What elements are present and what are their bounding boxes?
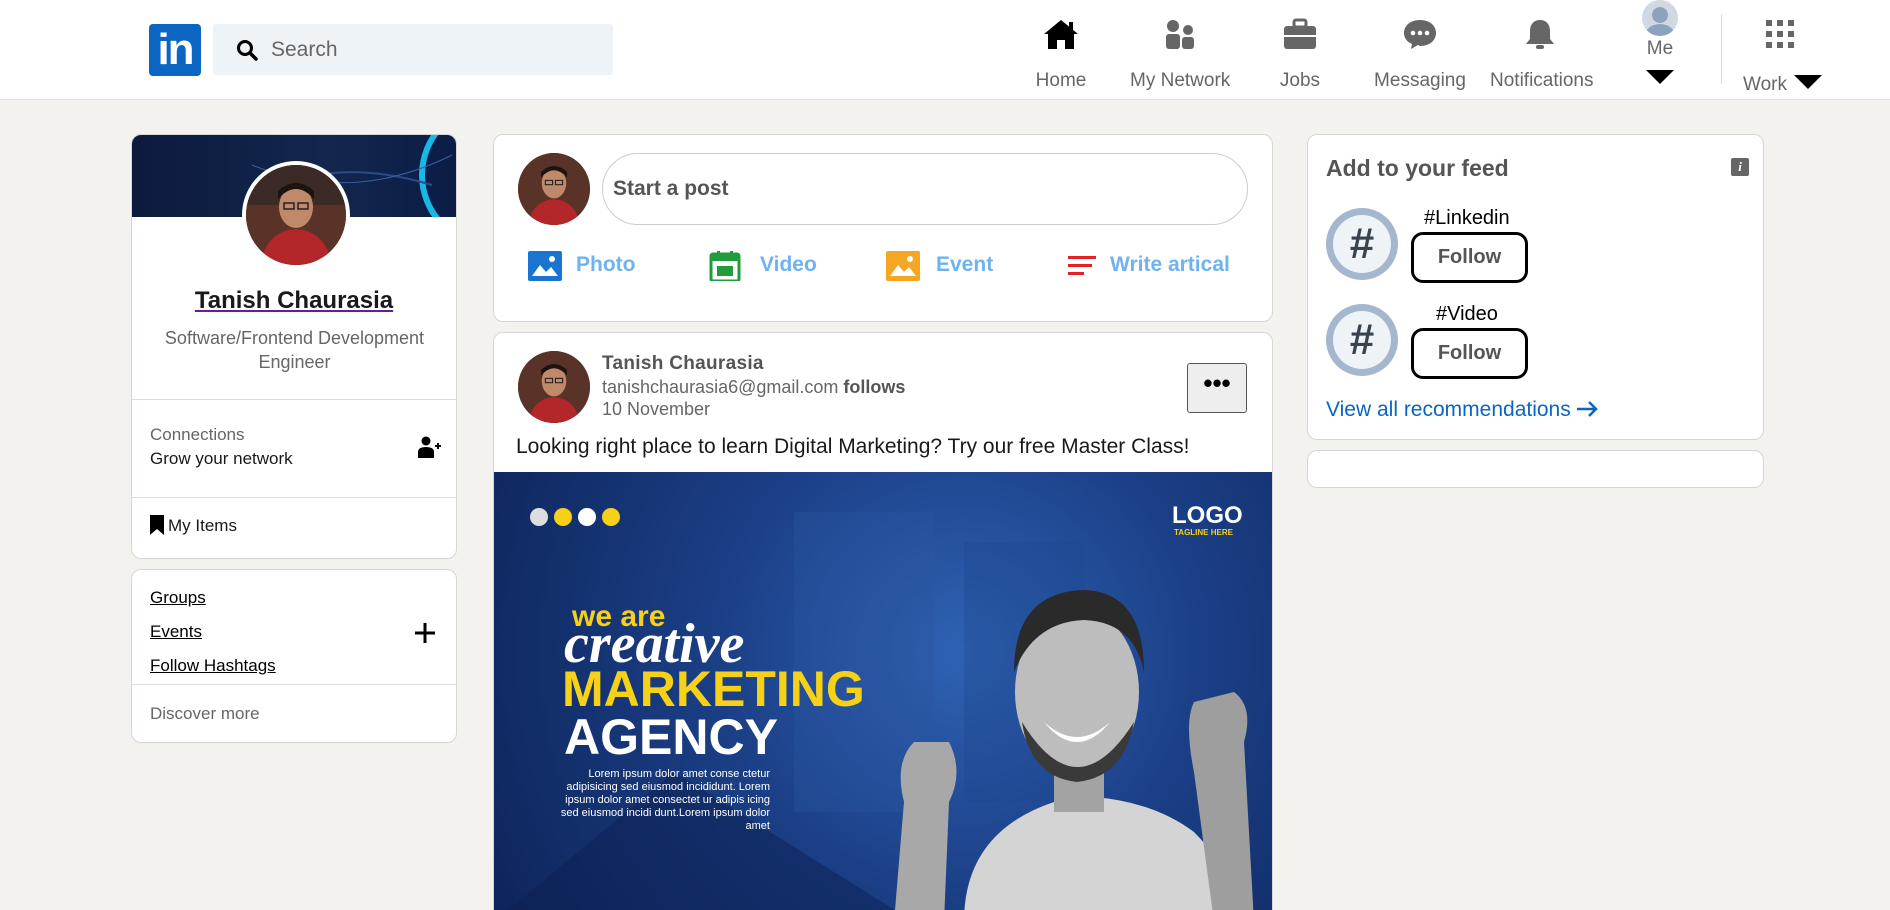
profile-card: Tanish Chaurasia Software/Frontend Devel… bbox=[131, 134, 457, 559]
groups-link[interactable]: Groups bbox=[150, 588, 206, 608]
write-article-action[interactable]: Write artical bbox=[1066, 249, 1266, 285]
hashtag-name[interactable]: #Linkedin bbox=[1424, 207, 1510, 230]
nav-me[interactable]: Me bbox=[1640, 0, 1680, 84]
facebook-icon bbox=[554, 508, 572, 526]
video-icon bbox=[709, 251, 741, 281]
nav-my-network[interactable]: My Network bbox=[1130, 16, 1230, 91]
instagram-icon bbox=[530, 508, 548, 526]
network-icon bbox=[1166, 20, 1194, 49]
nav-home[interactable]: Home bbox=[1030, 16, 1092, 91]
events-link[interactable]: Events bbox=[150, 622, 202, 642]
post-author-email: tanishchaurasia6@gmail.com follows bbox=[602, 377, 906, 397]
hashtag-icon: # bbox=[1333, 215, 1391, 273]
my-items-label: My Items bbox=[168, 516, 237, 535]
caret-down-icon bbox=[1794, 75, 1823, 89]
hashtag-name[interactable]: #Video bbox=[1436, 303, 1498, 326]
hashtag-avatar: # bbox=[1326, 208, 1398, 280]
bookmark-icon bbox=[150, 515, 164, 535]
start-post-button[interactable]: Start a post bbox=[602, 153, 1248, 225]
add-event-icon[interactable] bbox=[414, 622, 436, 644]
top-navbar: in Home My Network Jobs Messaging Notifi… bbox=[0, 0, 1890, 100]
connections-sub: Grow your network bbox=[150, 449, 293, 468]
event-icon bbox=[886, 251, 920, 281]
bell-icon bbox=[1526, 20, 1554, 49]
profile-name[interactable]: Tanish Chaurasia bbox=[132, 287, 456, 315]
promo-lorem: Lorem ipsum dolor amet conse ctetur adip… bbox=[560, 768, 770, 832]
add-user-icon[interactable] bbox=[417, 435, 441, 459]
shortcuts-card: Groups Events Follow Hashtags Discover m… bbox=[131, 569, 457, 743]
write-article-label: Write artical bbox=[1110, 253, 1230, 276]
profile-headline: Software/Frontend Development Engineer bbox=[164, 328, 425, 372]
empty-card bbox=[1307, 450, 1764, 488]
post-image[interactable]: LOGO TAGLINE HERE we are creative MARKET… bbox=[494, 472, 1272, 910]
photo-icon bbox=[528, 251, 562, 281]
search-bar[interactable] bbox=[213, 24, 613, 75]
info-icon[interactable]: i bbox=[1731, 158, 1749, 176]
nav-my-network-label: My Network bbox=[1130, 70, 1231, 91]
event-action[interactable]: Event bbox=[886, 249, 1016, 285]
promo-line4: AGENCY bbox=[564, 709, 778, 765]
hashtag-icon: # bbox=[1333, 311, 1391, 369]
more-options-button[interactable]: ••• bbox=[1187, 363, 1247, 413]
whatsapp-icon bbox=[602, 508, 620, 526]
nav-messaging[interactable]: Messaging bbox=[1373, 16, 1467, 91]
composer-avatar[interactable] bbox=[518, 153, 590, 225]
follow-hashtags-link[interactable]: Follow Hashtags bbox=[150, 656, 276, 676]
post-author-name[interactable]: Tanish Chaurasia bbox=[602, 353, 764, 375]
add-to-feed-card: Add to your feed i # #Linkedin Follow # … bbox=[1307, 134, 1764, 440]
nav-messaging-label: Messaging bbox=[1374, 70, 1466, 91]
profile-photo bbox=[246, 165, 346, 265]
profile-photo bbox=[518, 351, 590, 423]
avatar-icon bbox=[1642, 0, 1678, 36]
promo-tagline: TAGLINE HERE bbox=[1174, 528, 1233, 537]
post-composer: Start a post Photo Video Event Write art… bbox=[493, 134, 1273, 322]
nav-jobs[interactable]: Jobs bbox=[1270, 16, 1330, 91]
follow-button[interactable]: Follow bbox=[1411, 232, 1528, 283]
my-items-link[interactable]: My Items bbox=[150, 515, 237, 536]
divider bbox=[132, 497, 456, 498]
article-icon bbox=[1068, 256, 1096, 275]
event-label: Event bbox=[936, 253, 994, 276]
caret-down-icon bbox=[1646, 70, 1674, 84]
home-icon bbox=[1044, 20, 1078, 49]
arrow-right-icon bbox=[1576, 401, 1598, 417]
search-icon bbox=[237, 40, 258, 61]
connections-label: Connections bbox=[150, 425, 245, 444]
video-action[interactable]: Video bbox=[708, 249, 838, 285]
photo-label: Photo bbox=[576, 253, 636, 276]
search-input[interactable] bbox=[271, 24, 601, 75]
divider bbox=[132, 399, 456, 400]
linkedin-logo[interactable]: in bbox=[149, 24, 201, 76]
follow-button[interactable]: Follow bbox=[1411, 328, 1528, 379]
post-author-avatar[interactable] bbox=[518, 351, 590, 423]
video-label: Video bbox=[760, 253, 817, 276]
feed-post: Tanish Chaurasia tanishchaurasia6@gmail.… bbox=[493, 332, 1273, 910]
discover-more-link[interactable]: Discover more bbox=[150, 704, 260, 724]
nav-work-label: Work bbox=[1743, 74, 1823, 96]
nav-home-label: Home bbox=[1035, 70, 1087, 91]
nav-me-label: Me bbox=[1646, 38, 1674, 59]
feed-card-title: Add to your feed bbox=[1326, 155, 1509, 181]
post-text: Looking right place to learn Digital Mar… bbox=[516, 435, 1190, 458]
divider bbox=[132, 684, 456, 685]
photo-action[interactable]: Photo bbox=[528, 249, 658, 285]
social-icons bbox=[530, 508, 620, 531]
chat-icon bbox=[1404, 20, 1436, 49]
nav-notifications[interactable]: Notifications bbox=[1490, 16, 1594, 91]
twitter-icon bbox=[578, 508, 596, 526]
grid-icon bbox=[1766, 20, 1794, 48]
view-all-recommendations-link[interactable]: View all recommendations bbox=[1326, 398, 1599, 422]
nav-notifications-label: Notifications bbox=[1490, 70, 1594, 91]
nav-divider bbox=[1721, 14, 1722, 84]
follows-label[interactable]: follows bbox=[843, 377, 905, 397]
briefcase-icon bbox=[1284, 18, 1316, 49]
promo-logo: LOGO bbox=[1172, 502, 1243, 529]
profile-avatar[interactable] bbox=[242, 161, 350, 269]
nav-jobs-label: Jobs bbox=[1279, 70, 1321, 91]
profile-photo bbox=[518, 153, 590, 225]
nav-work[interactable]: Work bbox=[1740, 16, 1823, 95]
hashtag-avatar: # bbox=[1326, 304, 1398, 376]
post-date: 10 November bbox=[602, 399, 711, 419]
